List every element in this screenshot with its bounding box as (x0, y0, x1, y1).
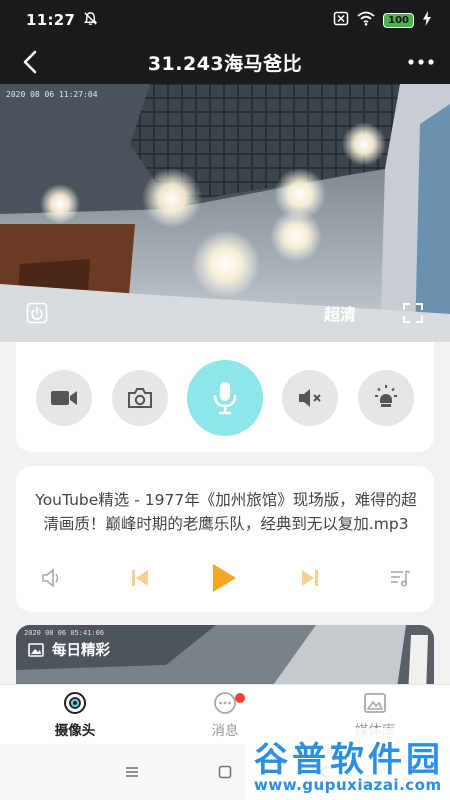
more-dots-icon (408, 59, 434, 65)
skip-next-icon (302, 570, 318, 586)
volume-icon (42, 568, 59, 588)
fullscreen-button[interactable] (400, 300, 426, 326)
daily-timestamp: 2020 08 06 05:41:06 (24, 629, 105, 637)
daily-label: 每日精彩 (52, 643, 110, 659)
tab-camera[interactable]: 摄像头 (25, 691, 125, 739)
sim-off-icon (333, 11, 349, 30)
system-home-button[interactable] (213, 762, 237, 782)
tab-messages-label: 消息 (211, 723, 239, 739)
menu-icon (126, 767, 138, 777)
bell-off-icon (83, 11, 98, 30)
power-icon (26, 302, 48, 324)
watermark-url: www.gupuxiazai.com (254, 776, 442, 794)
fullscreen-icon (403, 303, 423, 323)
microphone-button[interactable] (187, 360, 263, 436)
messages-badge (235, 693, 245, 703)
chevron-left-icon (23, 50, 37, 74)
volume-button[interactable] (34, 560, 70, 596)
home-square-icon (218, 765, 232, 779)
skip-previous-icon (132, 570, 148, 586)
control-panel (16, 342, 434, 452)
tab-camera-label: 摄像头 (54, 723, 96, 739)
watermark-text: 谷普软件园 (254, 740, 444, 780)
next-track-button[interactable] (292, 560, 328, 596)
playlist-icon (391, 570, 411, 587)
music-title: YouTube精选 - 1977年《加州旅馆》现场版，难得的超清画质！巅峰时期的… (35, 491, 417, 533)
more-button[interactable] (406, 48, 436, 76)
power-button[interactable] (24, 300, 50, 326)
music-player-card: YouTube精选 - 1977年《加州旅馆》现场版，难得的超清画质！巅峰时期的… (16, 466, 434, 612)
play-icon (213, 564, 236, 592)
battery-indicator: 100 (383, 12, 414, 28)
video-frame (0, 84, 450, 342)
charging-icon (422, 10, 432, 30)
mute-button[interactable] (282, 370, 338, 426)
title-bar: 31.243海马爸比 (0, 40, 450, 84)
previous-track-button[interactable] (122, 560, 158, 596)
playlist-button[interactable] (382, 560, 418, 596)
light-bulb-icon (375, 385, 397, 407)
watermark: 谷普软件园 www.gupuxiazai.com (246, 728, 450, 800)
speaker-mute-icon (299, 389, 321, 407)
video-timestamp: 2020 08 06 11:27:04 (6, 90, 98, 99)
gallery-icon (364, 693, 386, 713)
live-video[interactable]: 2020 08 06 11:27:04 超清 (0, 84, 450, 342)
back-button[interactable] (16, 48, 44, 76)
system-menu-button[interactable] (120, 762, 144, 782)
video-camera-icon (51, 391, 77, 405)
message-icon (214, 692, 236, 714)
quality-label: 超清 (323, 305, 356, 324)
status-bar: 11:27 100 (0, 0, 450, 40)
image-icon (28, 642, 44, 657)
daily-label-group: 每日精彩 (28, 639, 110, 660)
camera-icon (128, 388, 152, 408)
wifi-icon (357, 11, 375, 30)
record-video-button[interactable] (36, 370, 92, 426)
status-time: 11:27 (26, 11, 76, 29)
microphone-icon (213, 382, 237, 415)
play-button[interactable] (206, 560, 242, 596)
page-title: 31.243海马爸比 (147, 52, 303, 75)
snapshot-button[interactable] (112, 370, 168, 426)
quality-button[interactable]: 超清 (320, 300, 360, 326)
webcam-icon (64, 692, 86, 714)
night-light-button[interactable] (358, 370, 414, 426)
